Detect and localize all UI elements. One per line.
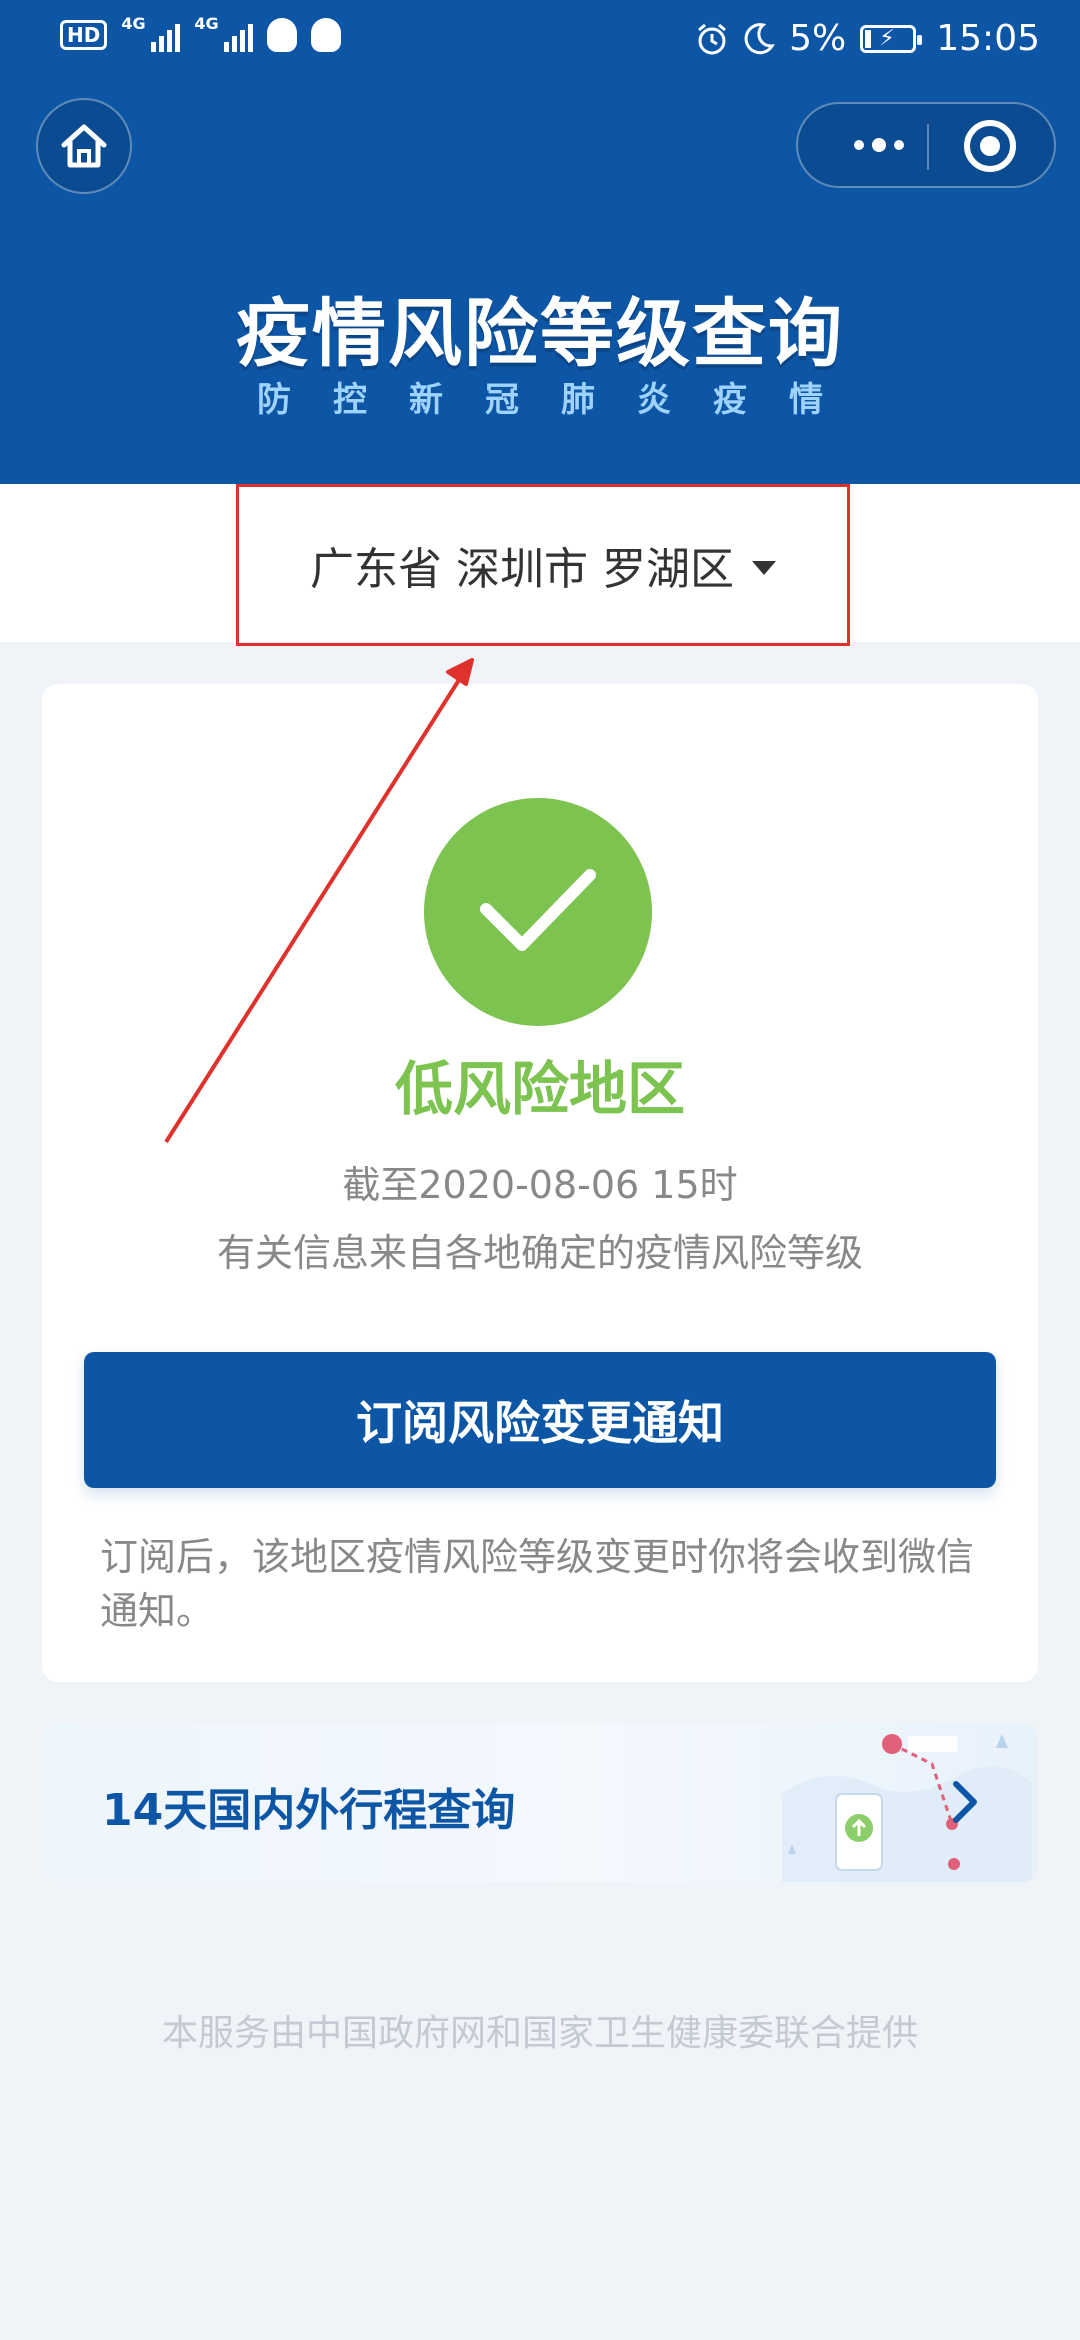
- status-bar-right: 5% ⚡ 15:05: [695, 18, 1040, 59]
- itinerary-label: 14天国内外行程查询: [102, 1785, 516, 1836]
- clock: 15:05: [936, 18, 1040, 59]
- status-bar-left: HD 4G 4G: [60, 16, 342, 52]
- subscribe-button[interactable]: 订阅风险变更通知: [84, 1352, 996, 1488]
- signal-icon: 4G: [121, 16, 181, 52]
- home-button[interactable]: [36, 98, 132, 194]
- risk-level-label: 低风险地区: [394, 1055, 685, 1123]
- footer-credit: 本服务由中国政府网和国家卫生健康委联合提供: [161, 2013, 918, 2054]
- chevron-right-icon: [953, 1781, 977, 1823]
- status-bar: HD 4G 4G 5% ⚡ 15:05: [0, 0, 1080, 80]
- page-title: 疫情风险等级查询: [236, 291, 844, 377]
- region-selector[interactable]: 广东省 深圳市 罗湖区: [236, 484, 850, 646]
- region-bar: 广东省 深圳市 罗湖区: [0, 484, 1080, 646]
- alarm-icon: [698, 23, 727, 54]
- signal-icon: 4G: [194, 16, 254, 52]
- caret-down-icon: [751, 561, 776, 575]
- region-text: 广东省 深圳市 罗湖区: [310, 544, 734, 595]
- hd-icon: HD: [60, 20, 108, 50]
- moon-icon: [744, 22, 775, 54]
- battery-icon: ⚡: [860, 24, 923, 53]
- subscribe-note: 订阅后，该地区疫情风险等级变更时你将会收到微信通知。: [100, 1535, 975, 1633]
- more-icon: [854, 140, 864, 150]
- itinerary-illustration: [782, 1734, 1032, 1882]
- close-target-button[interactable]: [964, 120, 1016, 172]
- qq-icon: [311, 18, 342, 52]
- battery-percent: 5%: [789, 18, 847, 59]
- mini-program-capsule: [796, 102, 1056, 188]
- more-button[interactable]: [832, 104, 926, 186]
- source-note: 有关信息来自各地确定的疫情风险等级: [216, 1231, 863, 1275]
- capsule-divider: [927, 124, 929, 170]
- qq-icon: [267, 18, 298, 52]
- header: HD 4G 4G 5% ⚡ 15:05 疫情风险等级查询 防控新冠肺炎疫情: [0, 0, 1080, 484]
- page-subtitle: 防控新冠肺炎疫情: [257, 380, 865, 420]
- risk-result-card: 低风险地区 截至2020-08-06 15时 有关信息来自各地确定的疫情风险等级…: [42, 684, 1038, 1682]
- itinerary-query-card[interactable]: 14天国内外行程查询: [42, 1724, 1038, 1882]
- check-icon: [424, 798, 652, 1026]
- home-icon: [61, 124, 107, 168]
- as-of-timestamp: 截至2020-08-06 15时: [342, 1163, 738, 1207]
